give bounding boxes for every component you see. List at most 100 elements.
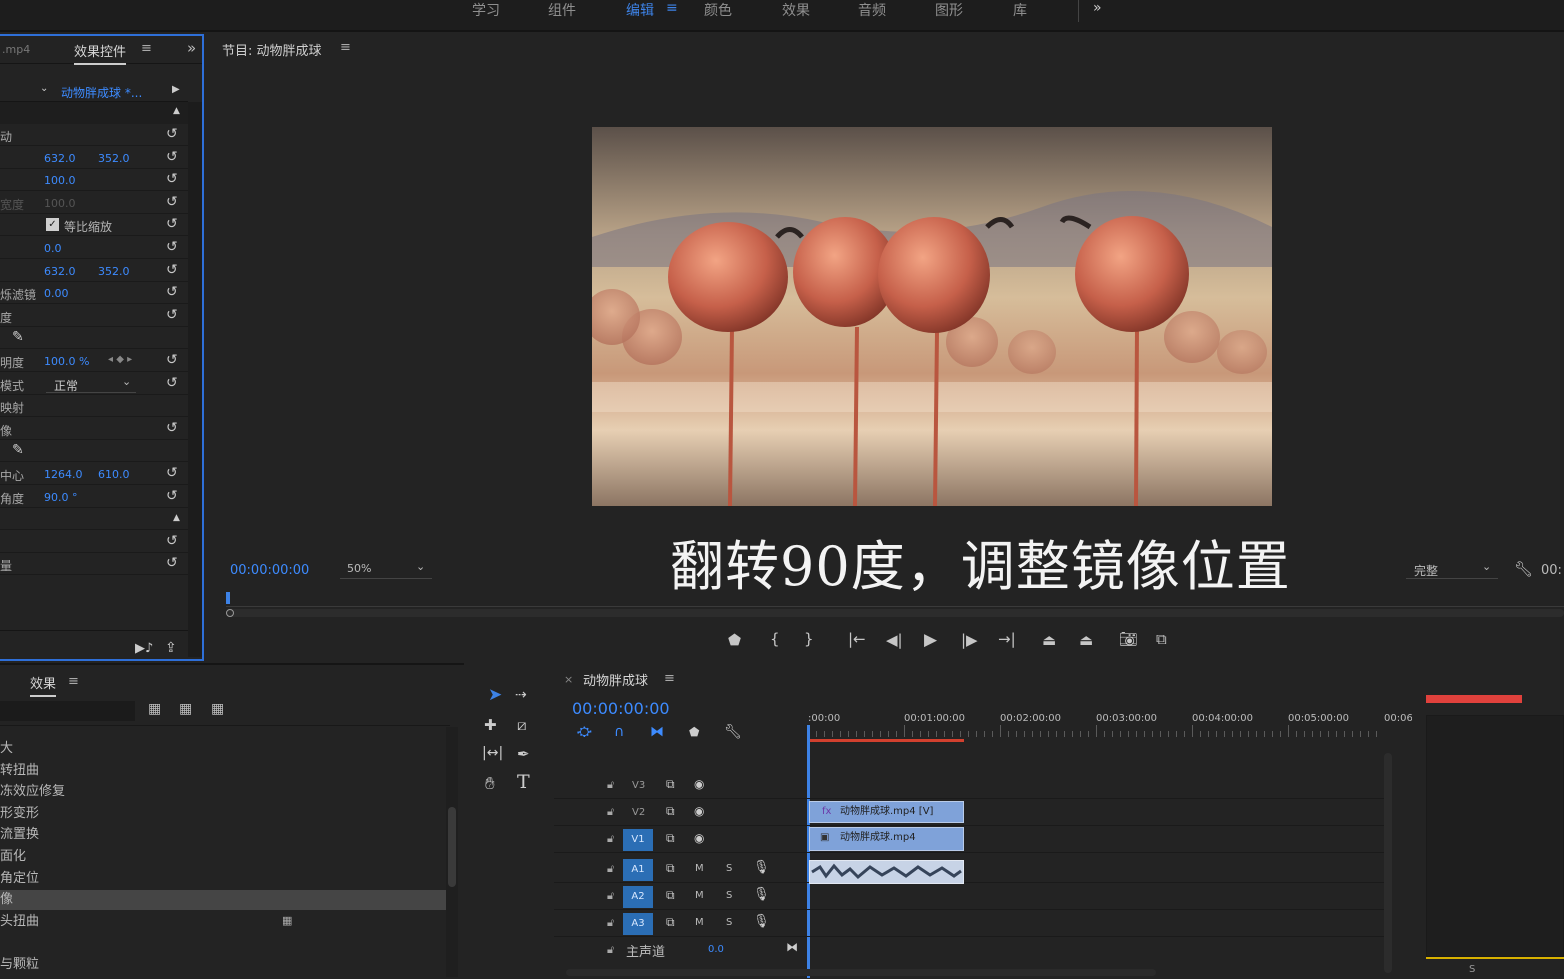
play-audio-icon[interactable]: ▶♪ (135, 641, 153, 656)
add-marker-icon[interactable]: ⬟ (689, 725, 699, 739)
track-lock-icon[interactable]: 🔓︎ (607, 778, 614, 792)
microphone-icon[interactable]: 🎙︎ (753, 860, 770, 875)
effect-value-1[interactable]: 0.0 (44, 242, 62, 255)
mark-in-icon[interactable]: { (770, 630, 780, 648)
clip-a1[interactable] (809, 860, 964, 884)
panel-menu-icon[interactable]: ≡ (141, 41, 152, 56)
workspace-tab-learn[interactable]: 学习 (472, 0, 500, 20)
effects-list-item[interactable]: 像 (0, 890, 446, 911)
keyframe-nav-icon[interactable]: ◂ ◆ ▸ (108, 354, 132, 365)
effects-list-item[interactable]: 头扭曲 (0, 912, 446, 932)
mute-button[interactable]: M (695, 917, 704, 928)
audio-track-target[interactable]: A1 (623, 859, 653, 881)
type-tool-icon[interactable]: T (517, 771, 530, 793)
sync-lock-icon[interactable]: ⧉ (666, 831, 675, 846)
step-forward-icon[interactable]: |▶ (961, 631, 978, 649)
reset-parameter-icon[interactable]: ↺ (166, 420, 178, 436)
effect-value-2[interactable]: 352.0 (98, 152, 130, 165)
effect-value-1[interactable]: 100.0 (44, 174, 76, 187)
sequence-menu-icon[interactable]: ≡ (664, 671, 675, 686)
effects-list-item[interactable]: 与颗粒 (0, 955, 446, 975)
sync-lock-icon[interactable]: ⧉ (666, 915, 675, 930)
lift-icon[interactable]: ⏏ (1042, 631, 1056, 649)
track-lock-icon[interactable]: 🔓︎ (607, 862, 614, 876)
track-lock-icon[interactable]: 🔓︎ (607, 943, 614, 957)
tab-effect-controls[interactable]: 效果控件 (74, 41, 127, 65)
accelerated-effects-icon[interactable]: ▦ (148, 701, 161, 717)
export-frame-camera-icon[interactable]: 📷︎ (1119, 630, 1138, 648)
sync-lock-icon[interactable]: ⧉ (666, 777, 675, 792)
more-workspaces-icon[interactable]: » (1093, 0, 1102, 16)
solo-button[interactable]: S (726, 917, 732, 928)
track-name[interactable]: V2 (632, 807, 645, 818)
effect-value-1[interactable]: 100.0 (44, 197, 76, 210)
reset-parameter-icon[interactable]: ↺ (166, 307, 178, 323)
effect-value-1[interactable]: 632.0 (44, 265, 76, 278)
reset-parameter-icon[interactable]: ↺ (166, 126, 178, 142)
effects-list-item[interactable] (0, 933, 446, 953)
extract-icon[interactable]: ⏏ (1079, 631, 1093, 649)
workspace-tab-assembly[interactable]: 组件 (548, 0, 576, 20)
effects-list-item[interactable]: 形变形 (0, 804, 446, 824)
sync-lock-icon[interactable]: ⧉ (666, 804, 675, 819)
audio-track-target[interactable]: A2 (623, 886, 653, 908)
eye-icon[interactable]: ◉ (694, 777, 704, 791)
sync-lock-icon[interactable]: ⧉ (666, 861, 675, 876)
yuv-effects-icon[interactable]: ▦ (211, 701, 224, 717)
ripple-edit-tool-icon[interactable]: ✚ (484, 716, 497, 734)
go-to-out-icon[interactable]: →| (998, 630, 1016, 648)
effects-list-item[interactable]: 转扭曲 (0, 761, 446, 781)
export-icon[interactable]: ⇪ (165, 640, 177, 656)
program-timecode[interactable]: 00:00:00:00 (230, 563, 309, 578)
solo-label[interactable]: S (1469, 964, 1475, 975)
work-area-bar[interactable] (808, 739, 964, 742)
track-lock-icon[interactable]: 🔓︎ (607, 832, 614, 846)
scroll-up-icon[interactable]: ▲ (173, 106, 180, 116)
effects-list-item[interactable]: 角定位 (0, 869, 446, 889)
workspace-tab-editing[interactable]: 编辑 (626, 0, 654, 20)
effects-scrollbar[interactable] (446, 727, 458, 977)
effect-value-1[interactable]: 632.0 (44, 152, 76, 165)
reset-parameter-icon[interactable]: ↺ (166, 533, 178, 549)
add-marker-icon[interactable]: ⬟ (728, 631, 741, 649)
reset-parameter-icon[interactable]: ↺ (166, 352, 178, 368)
scroll-up-icon[interactable]: ▲ (173, 513, 180, 523)
solo-button[interactable]: S (726, 890, 732, 901)
tab-source[interactable]: .mp4 (2, 43, 30, 56)
tab-effects[interactable]: 效果 (30, 673, 57, 697)
master-volume-value[interactable]: 0.0 (708, 944, 724, 955)
effect-value-2[interactable]: 352.0 (98, 265, 130, 278)
track-lock-icon[interactable]: 🔓︎ (607, 916, 614, 930)
workspace-menu-icon[interactable]: ≡ (666, 0, 678, 16)
clip-selector[interactable]: ⌄ 动物胖成球 *... ▶ (0, 80, 188, 102)
effect-value-1[interactable]: 90.0 ° (44, 491, 78, 504)
expand-panels-icon[interactable]: » (187, 39, 196, 57)
reset-parameter-icon[interactable]: ↺ (166, 216, 178, 232)
mute-button[interactable]: M (695, 863, 704, 874)
reset-parameter-icon[interactable]: ↺ (166, 555, 178, 571)
track-name[interactable]: V3 (632, 780, 645, 791)
effects-list-item[interactable]: 流置换 (0, 825, 446, 845)
snap-icon[interactable]: ∩ (614, 724, 624, 740)
selection-tool-icon[interactable]: ➤ (488, 685, 502, 705)
reset-parameter-icon[interactable]: ↺ (166, 284, 178, 300)
reset-parameter-icon[interactable]: ↺ (166, 488, 178, 504)
track-lock-icon[interactable]: 🔓︎ (607, 805, 614, 819)
timeline-timecode[interactable]: 00:00:00:00 (572, 699, 670, 718)
playhead[interactable] (226, 592, 230, 604)
solo-button[interactable]: S (726, 863, 732, 874)
effect-value-1[interactable]: 100.0 % (44, 355, 89, 368)
master-end-icon[interactable]: ⧓ (786, 940, 798, 954)
effects-list-item[interactable]: 面化 (0, 847, 446, 867)
clip-v2[interactable]: fx 动物胖成球.mp4 [V] (809, 801, 964, 823)
wrench-icon[interactable]: 🔧︎ (1514, 560, 1533, 578)
reset-parameter-icon[interactable]: ↺ (166, 465, 178, 481)
program-zoom-scrollbar[interactable] (226, 609, 1564, 617)
reset-parameter-icon[interactable]: ↺ (166, 262, 178, 278)
razor-tool-icon[interactable]: ⧄ (517, 716, 527, 734)
pen-tool-icon[interactable]: ✒ (517, 745, 530, 763)
zoom-select[interactable]: 50% ⌄ (340, 559, 432, 579)
reset-parameter-icon[interactable]: ↺ (166, 149, 178, 165)
linked-selection-icon[interactable]: ⧓ (650, 724, 664, 740)
workspace-tab-color[interactable]: 颜色 (704, 0, 732, 20)
